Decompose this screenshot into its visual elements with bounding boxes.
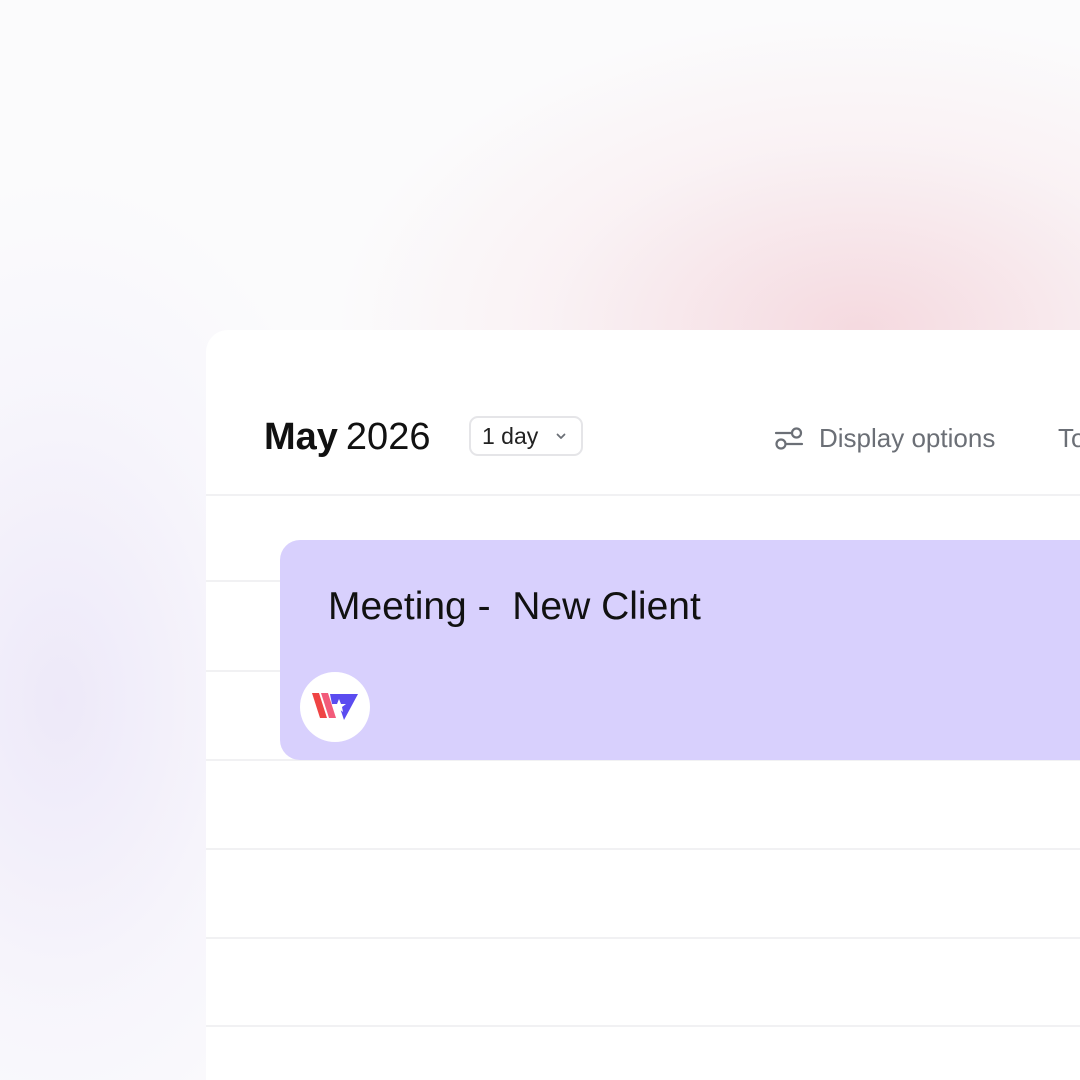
year-label: 2026: [345, 416, 431, 458]
time-slot-divider: [206, 848, 1080, 850]
event-title: Meeting - New Client: [328, 585, 701, 628]
calendar-header: May 2026 1 day Display options To: [206, 330, 1080, 496]
today-button[interactable]: To: [1058, 418, 1080, 458]
chevron-down-icon: [556, 433, 566, 439]
calendar-event[interactable]: Meeting - New Client: [280, 540, 1080, 760]
time-slot-divider: [206, 937, 1080, 939]
sliders-icon: [774, 427, 804, 450]
view-range-value: 1 day: [482, 422, 539, 449]
time-slot-divider: [206, 1025, 1080, 1027]
brand-logo-icon: [312, 693, 358, 720]
month-label: May: [264, 416, 338, 458]
view-range-select[interactable]: 1 day: [469, 416, 583, 456]
display-options-button[interactable]: Display options: [774, 418, 995, 458]
event-avatar: [300, 672, 370, 742]
page-title: May 2026: [264, 414, 430, 460]
calendar-panel: May 2026 1 day Display options To Meeting: [206, 330, 1080, 1080]
display-options-label: Display options: [819, 422, 996, 453]
today-label: To: [1058, 422, 1080, 453]
